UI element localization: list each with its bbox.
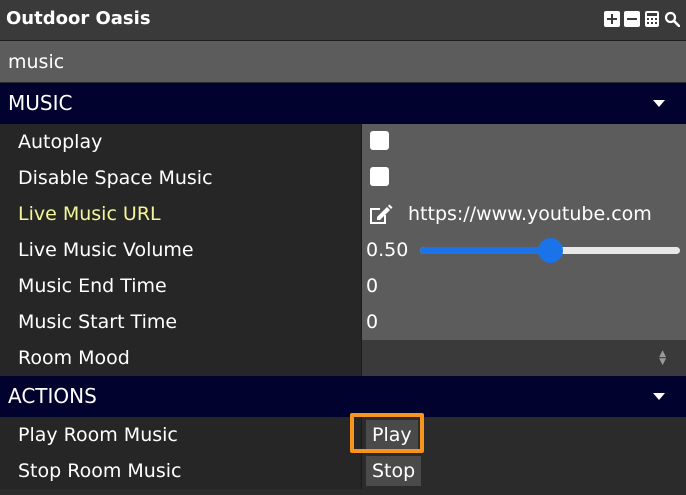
section-title-actions: ACTIONS bbox=[8, 384, 97, 408]
search-icon[interactable] bbox=[664, 11, 680, 27]
select-arrows-icon: ▲ ▼ bbox=[659, 349, 666, 367]
property-row-autoplay: Autoplay bbox=[0, 124, 686, 160]
property-value-cell: Play bbox=[362, 417, 686, 453]
property-row-stop-room-music: Stop Room Music Stop bbox=[0, 453, 686, 489]
property-row-music-end-time: Music End Time 0 bbox=[0, 268, 686, 304]
property-label: Live Music Volume bbox=[18, 239, 194, 261]
property-row-play-room-music: Play Room Music Play bbox=[0, 417, 686, 453]
property-value-cell: Stop bbox=[362, 453, 686, 489]
volume-value: 0.50 bbox=[366, 239, 409, 261]
property-label-cell: Disable Space Music bbox=[0, 160, 362, 196]
music-start-time-value: 0 bbox=[366, 311, 379, 333]
music-end-time-value: 0 bbox=[366, 275, 379, 297]
play-button[interactable]: Play bbox=[366, 420, 418, 450]
live-music-url-value[interactable]: https://www.youtube.com bbox=[408, 203, 684, 225]
property-label: Room Mood bbox=[18, 347, 130, 369]
chevron-down-icon bbox=[653, 100, 665, 107]
property-label-cell: Play Room Music bbox=[0, 417, 362, 453]
room-mood-select[interactable]: ▲ ▼ bbox=[362, 340, 686, 376]
property-value-cell bbox=[362, 124, 686, 160]
property-label: Disable Space Music bbox=[18, 167, 213, 189]
volume-slider-thumb[interactable] bbox=[538, 238, 563, 263]
music-start-time-field[interactable]: 0 bbox=[362, 304, 686, 340]
volume-slider-fill bbox=[420, 247, 550, 254]
property-value-cell bbox=[362, 160, 686, 196]
property-label: Music End Time bbox=[18, 275, 167, 297]
property-label: Music Start Time bbox=[18, 311, 178, 333]
search-bar bbox=[0, 41, 686, 82]
property-label: Live Music URL bbox=[18, 203, 161, 225]
property-label-cell: Autoplay bbox=[0, 124, 362, 160]
toolbar bbox=[604, 11, 680, 27]
music-end-time-field[interactable]: 0 bbox=[362, 268, 686, 304]
edit-icon[interactable] bbox=[368, 203, 394, 229]
property-label: Play Room Music bbox=[18, 424, 178, 446]
property-row-live-music-url: Live Music URL https://www.youtube.com bbox=[0, 196, 686, 232]
property-row-music-start-time: Music Start Time 0 bbox=[0, 304, 686, 340]
autoplay-checkbox[interactable] bbox=[370, 131, 389, 150]
window-title: Outdoor Oasis bbox=[6, 8, 151, 29]
chevron-down-icon bbox=[653, 393, 665, 400]
section-header-music[interactable]: MUSIC bbox=[0, 83, 686, 124]
section-header-actions[interactable]: ACTIONS bbox=[0, 376, 686, 417]
property-label-cell: Room Mood bbox=[0, 340, 362, 376]
section-title-music: MUSIC bbox=[8, 91, 73, 115]
property-label-cell: Music End Time bbox=[0, 268, 362, 304]
property-row-live-music-volume: Live Music Volume 0.50 bbox=[0, 232, 686, 268]
property-label-cell: Music Start Time bbox=[0, 304, 362, 340]
disable-space-music-checkbox[interactable] bbox=[370, 167, 389, 186]
property-label-cell: Live Music URL bbox=[0, 196, 362, 232]
property-value-cell: https://www.youtube.com bbox=[362, 196, 686, 232]
calculator-icon[interactable] bbox=[644, 11, 660, 27]
property-label: Stop Room Music bbox=[18, 460, 182, 482]
property-row-room-mood: Room Mood ▲ ▼ bbox=[0, 340, 686, 376]
property-label-cell: Live Music Volume bbox=[0, 232, 362, 268]
property-row-disable-space-music: Disable Space Music bbox=[0, 160, 686, 196]
stop-button[interactable]: Stop bbox=[366, 456, 422, 486]
remove-icon[interactable] bbox=[624, 11, 640, 27]
volume-slider[interactable] bbox=[420, 238, 680, 263]
property-label: Autoplay bbox=[18, 131, 103, 153]
search-input[interactable] bbox=[0, 41, 686, 82]
title-bar: Outdoor Oasis bbox=[0, 0, 686, 41]
property-value-cell: 0.50 bbox=[362, 232, 686, 268]
property-label-cell: Stop Room Music bbox=[0, 453, 362, 489]
add-icon[interactable] bbox=[604, 11, 620, 27]
